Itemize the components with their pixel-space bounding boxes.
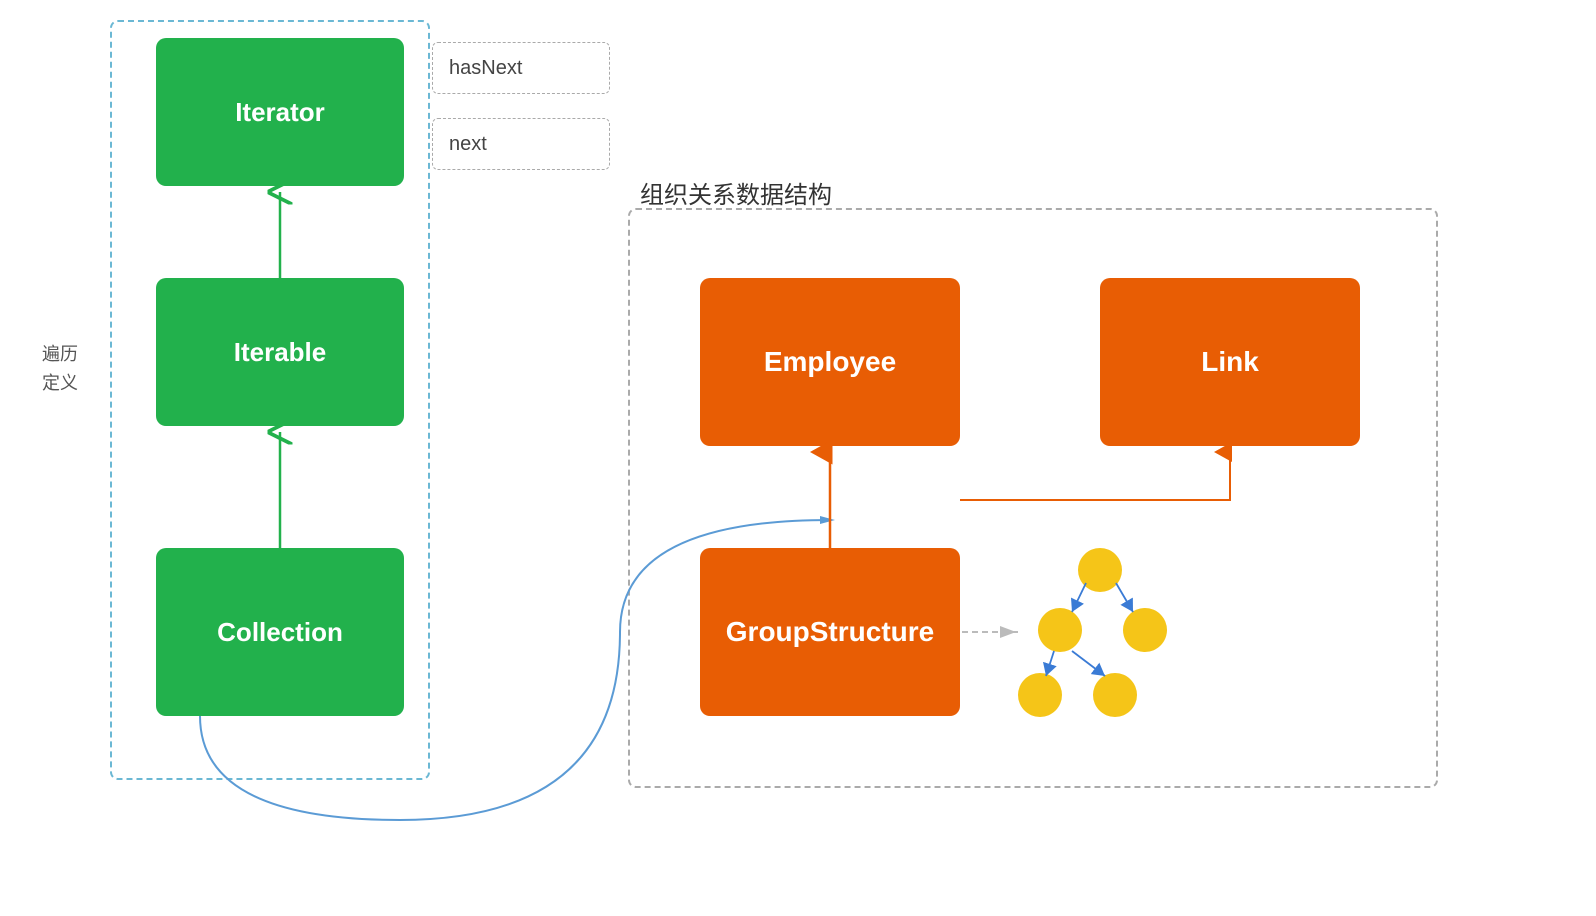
box-iterator: Iterator (156, 38, 404, 186)
method-hasnext: hasNext (432, 42, 610, 94)
diagram-container: { "left_box": { "label_line1": "遍历", "la… (0, 0, 1596, 916)
box-employee: Employee (700, 278, 960, 446)
box-groupstructure: GroupStructure (700, 548, 960, 716)
box-link: Link (1100, 278, 1360, 446)
box-iterable: Iterable (156, 278, 404, 426)
method-next: next (432, 118, 610, 170)
box-collection: Collection (156, 548, 404, 716)
side-label: 遍历 定义 (42, 340, 78, 398)
right-box-title: 组织关系数据结构 (640, 175, 832, 210)
